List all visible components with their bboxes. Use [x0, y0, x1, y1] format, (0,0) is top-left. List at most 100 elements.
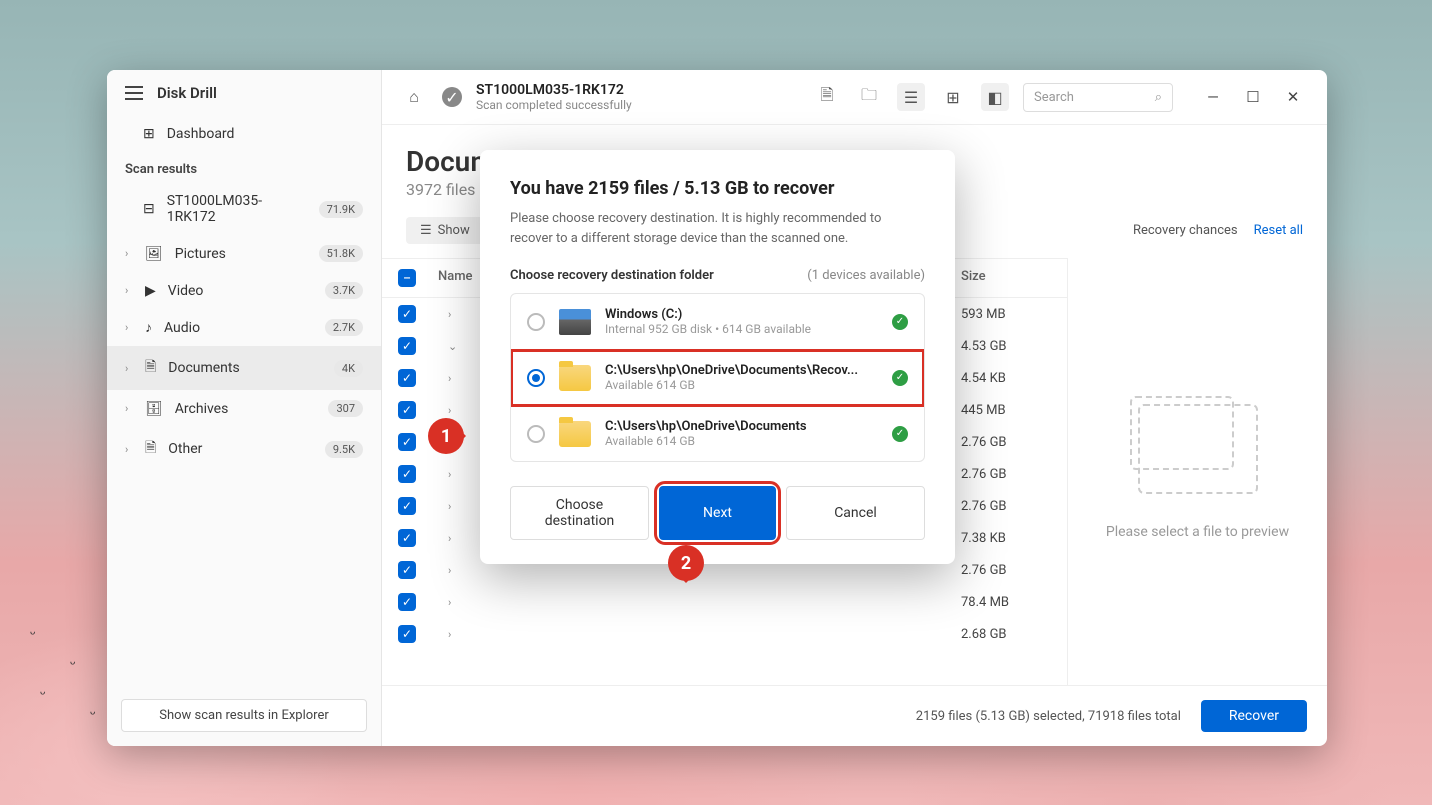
destination-item[interactable]: C:\Users\hp\OneDrive\Documents\Recov...A… [511, 350, 924, 406]
chevron-icon: › [448, 500, 451, 513]
select-all-checkbox[interactable]: – [398, 269, 416, 287]
file-icon[interactable]: 🗎 [813, 83, 841, 111]
row-checkbox[interactable]: ✓ [398, 305, 416, 323]
search-placeholder: Search [1034, 90, 1074, 105]
row-checkbox[interactable]: ✓ [398, 625, 416, 643]
sidebar-item-archives[interactable]: ›🗄Archives307 [107, 390, 381, 427]
file-size: 4.53 GB [961, 339, 1051, 354]
check-icon: ✓ [892, 426, 908, 442]
row-checkbox[interactable]: ✓ [398, 529, 416, 547]
drive-icon: ⊟ [143, 201, 155, 217]
show-in-explorer-button[interactable]: Show scan results in Explorer [121, 699, 367, 732]
category-icon: ▶ [145, 283, 156, 299]
sidebar-header: Disk Drill [107, 70, 381, 116]
sidebar-item-audio[interactable]: › ♪ Audio 2.7K [107, 309, 381, 346]
sidebar-item-other[interactable]: ›🗎Other9.5K [107, 427, 381, 471]
home-icon[interactable]: ⌂ [400, 83, 428, 111]
row-checkbox[interactable]: ✓ [398, 561, 416, 579]
file-size: 2.76 GB [961, 467, 1051, 482]
window-controls: — ☐ ✕ [1197, 83, 1309, 111]
grid-view-icon[interactable]: ⊞ [939, 83, 967, 111]
chevron-right-icon: › [125, 284, 133, 297]
modal-title: You have 2159 files / 5.13 GB to recover [510, 178, 925, 199]
table-row[interactable]: ✓›78.4 MB [382, 586, 1067, 618]
sidebar-item-video[interactable]: ›▶Video3.7K [107, 272, 381, 309]
chevron-icon: › [448, 628, 451, 641]
row-checkbox[interactable]: ✓ [398, 401, 416, 419]
category-icon: 🗎 [145, 356, 156, 380]
category-count-badge: 51.8K [319, 245, 363, 262]
maximize-button[interactable]: ☐ [1237, 83, 1269, 111]
search-icon: ⌕ [1155, 90, 1162, 105]
sidebar-item-drive[interactable]: ⊟ ST1000LM035-1RK172 71.9K [107, 183, 381, 235]
category-count-badge: 3.7K [325, 282, 363, 299]
show-filter-button[interactable]: ☰Show [406, 217, 484, 244]
bottom-bar: 2159 files (5.13 GB) selected, 71918 fil… [382, 685, 1327, 746]
chevron-icon: › [448, 372, 451, 385]
category-count-badge: 9.5K [325, 441, 363, 458]
sidebar-item-pictures[interactable]: ›🖼Pictures51.8K [107, 235, 381, 272]
row-checkbox[interactable]: ✓ [398, 593, 416, 611]
radio-button[interactable] [527, 313, 545, 331]
sidebar-item-documents[interactable]: › 🗎 Documents 4K [107, 346, 381, 390]
destination-info: C:\Users\hp\OneDrive\DocumentsAvailable … [605, 419, 878, 448]
destination-name: C:\Users\hp\OneDrive\Documents [605, 419, 878, 434]
recovery-chances-label[interactable]: Recovery chances [1133, 223, 1238, 238]
minimize-button[interactable]: — [1197, 83, 1229, 111]
table-row[interactable]: ✓ › 2.68 GB [382, 618, 1067, 650]
topbar-title-block: ST1000LM035-1RK172 Scan completed succes… [476, 82, 632, 112]
row-checkbox[interactable]: ✓ [398, 465, 416, 483]
category-label: Pictures [175, 246, 226, 262]
row-checkbox[interactable]: ✓ [398, 369, 416, 387]
row-checkbox[interactable]: ✓ [398, 497, 416, 515]
drive-title: ST1000LM035-1RK172 [476, 82, 632, 98]
chevron-right-icon: › [125, 362, 133, 375]
sidebar: Disk Drill ⊞ Dashboard Scan results ⊟ ST… [107, 70, 382, 746]
category-label: Audio [164, 320, 200, 336]
modal-buttons: Choose destination Next Cancel [510, 486, 925, 540]
chevron-right-icon: › [125, 321, 133, 334]
chevron-right-icon: › [125, 402, 133, 415]
list-view-icon[interactable]: ☰ [897, 83, 925, 111]
folder-icon [559, 365, 591, 391]
preview-placeholder-icon [1138, 404, 1258, 494]
row-checkbox[interactable]: ✓ [398, 433, 416, 451]
recover-button[interactable]: Recover [1201, 700, 1307, 732]
chevron-icon: › [448, 468, 451, 481]
category-icon: ♪ [145, 319, 152, 336]
preview-text: Please select a file to preview [1106, 524, 1289, 540]
chevron-icon: › [448, 404, 451, 417]
file-size: 593 MB [961, 307, 1051, 322]
file-size: 7.38 KB [961, 531, 1051, 546]
preview-pane: Please select a file to preview [1067, 258, 1327, 685]
close-button[interactable]: ✕ [1277, 83, 1309, 111]
category-count-badge: 2.7K [325, 319, 363, 336]
radio-button[interactable] [527, 369, 545, 387]
column-size-header[interactable]: Size [961, 269, 1051, 287]
cancel-button[interactable]: Cancel [786, 486, 925, 540]
search-input[interactable]: Search ⌕ [1023, 83, 1173, 112]
destination-item[interactable]: C:\Users\hp\OneDrive\DocumentsAvailable … [511, 406, 924, 461]
destination-name: C:\Users\hp\OneDrive\Documents\Recov... [605, 363, 878, 378]
category-count-badge: 4K [334, 360, 363, 377]
destination-header: Choose recovery destination folder (1 de… [510, 268, 925, 283]
radio-button[interactable] [527, 425, 545, 443]
check-circle-icon: ✓ [442, 87, 462, 107]
panel-toggle-icon[interactable]: ◧ [981, 83, 1009, 111]
file-size: 2.68 GB [961, 627, 1051, 642]
chevron-icon: › [448, 532, 451, 545]
hamburger-icon[interactable] [125, 86, 143, 100]
category-label: Documents [168, 360, 239, 376]
scan-status: Scan completed successfully [476, 98, 632, 112]
sidebar-item-dashboard[interactable]: ⊞ Dashboard [107, 116, 381, 152]
category-label: Other [168, 441, 202, 457]
row-checkbox[interactable]: ✓ [398, 337, 416, 355]
reset-all-link[interactable]: Reset all [1254, 223, 1303, 238]
next-button[interactable]: Next [659, 486, 776, 540]
destination-item[interactable]: Windows (C:)Internal 952 GB disk • 614 G… [511, 294, 924, 350]
grid-icon: ⊞ [143, 126, 155, 142]
folder-icon[interactable]: 🗀 [855, 83, 883, 111]
sidebar-section-scan-results: Scan results [107, 152, 381, 183]
choose-destination-button[interactable]: Choose destination [510, 486, 649, 540]
check-icon: ✓ [892, 370, 908, 386]
